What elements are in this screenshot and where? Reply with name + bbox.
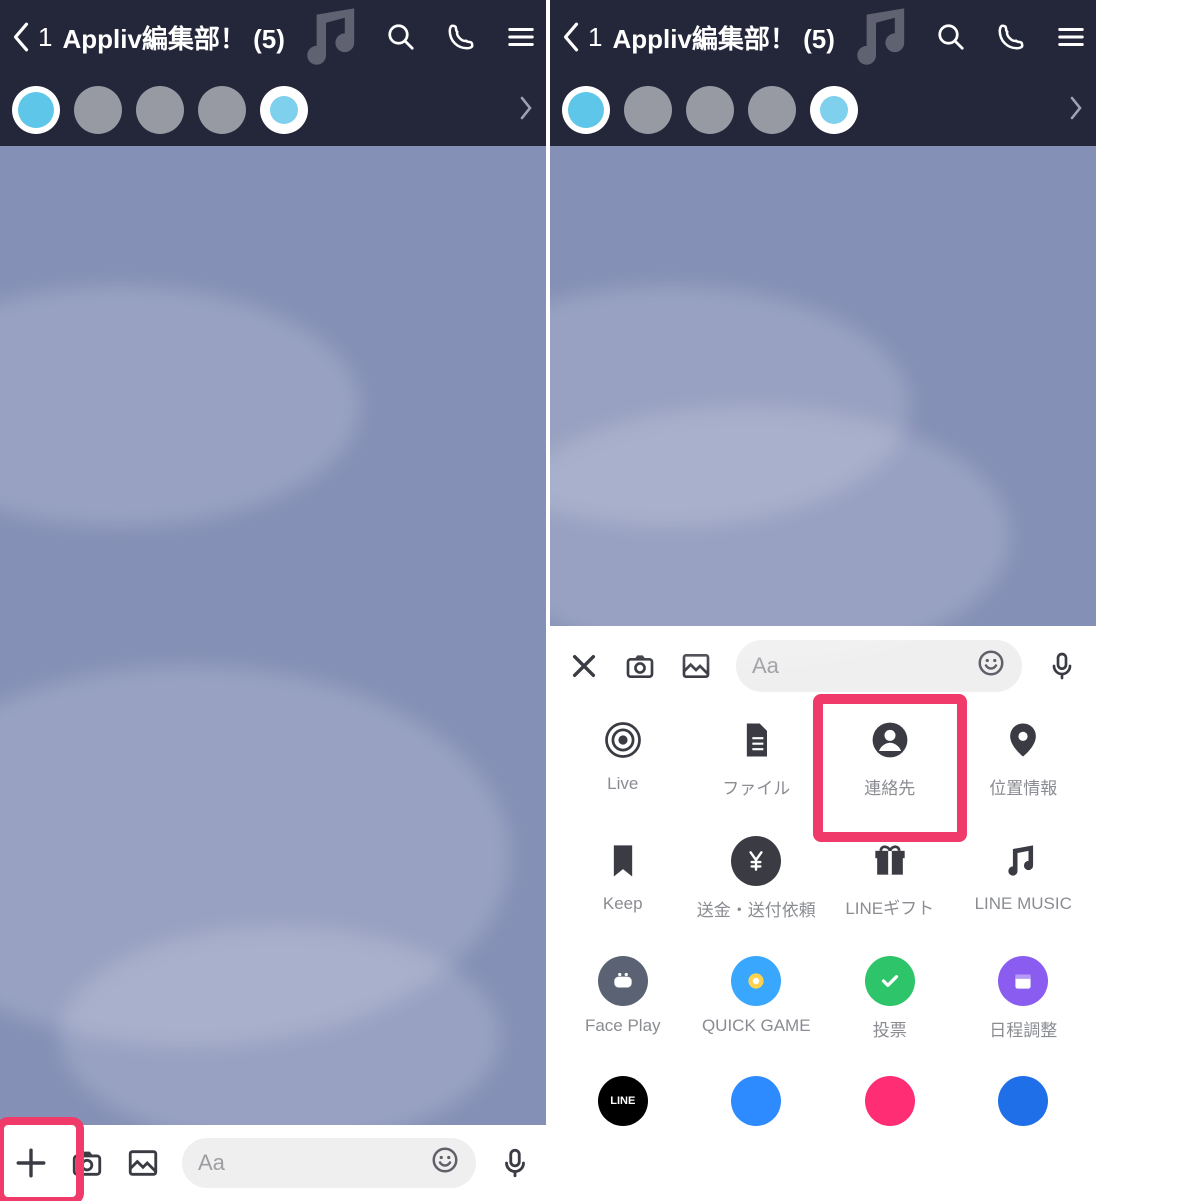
chat-background [0, 146, 546, 1201]
mic-icon[interactable] [498, 1146, 532, 1180]
attach-more[interactable] [690, 1070, 824, 1190]
file-icon [734, 718, 778, 762]
attach-more[interactable]: LINE [556, 1070, 690, 1190]
placeholder: Aa [198, 1150, 225, 1176]
smile-icon [430, 1145, 460, 1175]
back-button[interactable]: 1 [560, 19, 602, 55]
avatar[interactable] [136, 86, 184, 134]
emoji-button[interactable] [430, 1145, 460, 1181]
camera-icon[interactable] [70, 1146, 104, 1180]
attach-more[interactable] [823, 1070, 957, 1190]
avatar[interactable] [624, 86, 672, 134]
label: 投票 [873, 1016, 907, 1041]
mic-icon[interactable] [1046, 650, 1078, 682]
smile-icon [976, 648, 1006, 678]
label: 日程調整 [989, 1016, 1057, 1041]
chat-header: 1 Appliv編集部！ (5) [0, 0, 546, 74]
header-actions [936, 22, 1086, 52]
attach-live[interactable]: Live [556, 710, 690, 830]
chevron-right-icon [518, 94, 534, 122]
label: LINEギフト [845, 894, 934, 919]
call-icon[interactable] [996, 22, 1026, 52]
back-count: 1 [588, 22, 602, 53]
attach-poll[interactable]: 投票 [823, 950, 957, 1070]
chat-header: 1 Appliv編集部！ (5) [550, 0, 1096, 74]
attach-file[interactable]: ファイル [690, 710, 824, 830]
contact-icon [868, 718, 912, 762]
chevron-left-icon [10, 19, 32, 55]
expand-participants[interactable] [518, 94, 534, 127]
avatar[interactable] [198, 86, 246, 134]
attach-more[interactable] [957, 1070, 1091, 1190]
label: ファイル [722, 774, 790, 799]
participants-row [550, 74, 1096, 146]
music-note-icon[interactable] [301, 0, 376, 75]
label: Keep [603, 894, 643, 914]
chat-background [550, 146, 1096, 626]
attachment-panel: Aa Live ファイル 連絡先 [550, 626, 1096, 1201]
avatar[interactable] [562, 86, 610, 134]
live-icon [601, 718, 645, 762]
label: 連絡先 [864, 774, 915, 799]
chevron-left-icon [560, 19, 582, 55]
call-icon[interactable] [446, 22, 476, 52]
label: QUICK GAME [702, 1016, 811, 1036]
yen-icon [743, 848, 769, 874]
input-bar: Aa [0, 1125, 546, 1201]
attach-keep[interactable]: Keep [556, 830, 690, 950]
music-note-icon[interactable] [851, 0, 926, 75]
attachment-grid: Live ファイル 連絡先 位置情報 Keep 送金・送付 [550, 706, 1096, 1201]
header-actions [386, 22, 536, 52]
chat-title: Appliv編集部！ (5) [62, 19, 284, 56]
label: Live [607, 774, 638, 794]
attach-location[interactable]: 位置情報 [957, 710, 1091, 830]
label: LINE MUSIC [975, 894, 1072, 914]
menu-icon[interactable] [1056, 22, 1086, 52]
search-icon[interactable] [386, 22, 416, 52]
chevron-right-icon [1068, 94, 1084, 122]
avatar[interactable] [810, 86, 858, 134]
location-icon [1001, 718, 1045, 762]
label: 送金・送付依頼 [697, 896, 816, 921]
back-count: 1 [38, 22, 52, 53]
attach-contact[interactable]: 連絡先 [823, 710, 957, 830]
menu-icon[interactable] [506, 22, 536, 52]
message-input[interactable]: Aa [182, 1138, 476, 1188]
participants-row [0, 74, 546, 146]
close-icon[interactable] [568, 650, 600, 682]
bookmark-icon [601, 838, 645, 882]
label: Face Play [585, 1016, 661, 1036]
music-icon [1001, 838, 1045, 882]
avatar[interactable] [686, 86, 734, 134]
expand-participants[interactable] [1068, 94, 1084, 127]
check-icon [877, 968, 903, 994]
avatar[interactable] [260, 86, 308, 134]
attach-quickgame[interactable]: QUICK GAME [690, 950, 824, 1070]
gift-icon [868, 838, 912, 882]
avatar[interactable] [748, 86, 796, 134]
quickgame-icon [743, 968, 769, 994]
plus-icon[interactable] [14, 1146, 48, 1180]
avatar[interactable] [74, 86, 122, 134]
label: 位置情報 [989, 774, 1057, 799]
attach-music[interactable]: LINE MUSIC [957, 830, 1091, 950]
calendar-icon [1010, 968, 1036, 994]
attach-gift[interactable]: LINEギフト [823, 830, 957, 950]
emoji-button[interactable] [976, 648, 1006, 684]
attach-faceplay[interactable]: Face Play [556, 950, 690, 1070]
right-screenshot: 1 Appliv編集部！ (5) Aa [550, 0, 1096, 1201]
left-screenshot: 1 Appliv編集部！ (5) Aa [0, 0, 546, 1201]
gamepad-icon [610, 968, 636, 994]
avatar[interactable] [12, 86, 60, 134]
chat-title: Appliv編集部！ (5) [612, 19, 834, 56]
back-button[interactable]: 1 [10, 19, 52, 55]
search-icon[interactable] [936, 22, 966, 52]
gallery-icon[interactable] [126, 1146, 160, 1180]
attach-schedule[interactable]: 日程調整 [957, 950, 1091, 1070]
attach-transfer[interactable]: 送金・送付依頼 [690, 830, 824, 950]
